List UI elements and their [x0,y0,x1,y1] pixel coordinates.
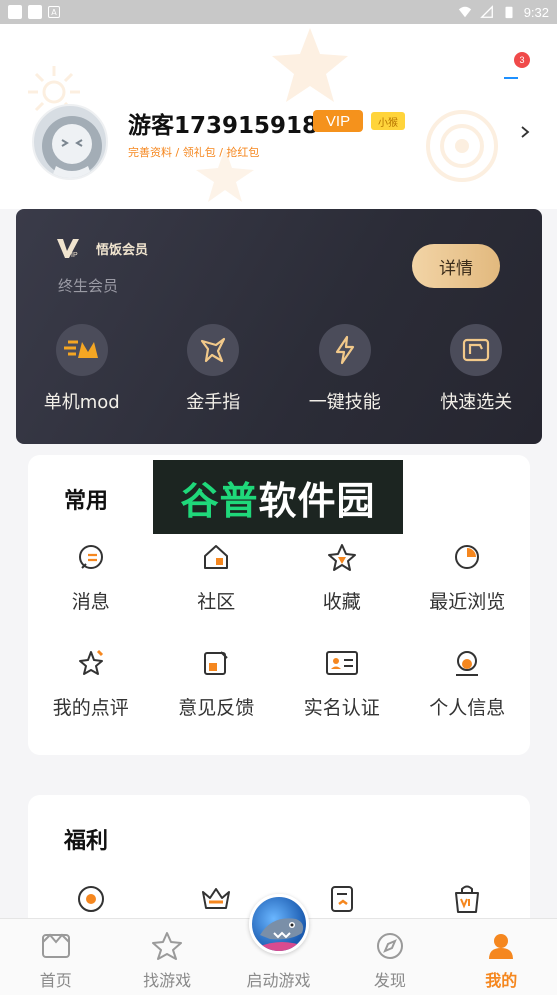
decor-swirl-icon [426,110,498,182]
svg-text:IP: IP [71,252,78,259]
section-title: 常用 [64,489,109,514]
avatar[interactable] [32,104,108,180]
grid-item-profile[interactable]: 个人信息 [405,645,531,751]
id-card-icon [324,645,360,681]
nav-mine[interactable]: 我的 [446,919,557,995]
home-icon [41,931,71,961]
battery-icon [505,6,513,19]
game-icon[interactable] [249,894,309,954]
vip-feature-label: 金手指 [186,392,241,413]
grid-item-label: 社区 [197,591,236,613]
message-icon [73,539,109,575]
profile-icon [449,645,485,681]
record-icon [73,881,109,917]
review-icon [73,645,109,681]
status-bar: A 9:32 [0,0,557,24]
vip-term: 终生会员 [58,277,119,295]
vip-feature-label: 单机mod [43,392,120,413]
grid-item-label: 最近浏览 [429,591,506,613]
watermark-logo: 谷普 软件园 [153,460,403,534]
grid-item-label: 实名认证 [303,697,380,719]
recent-icon [449,539,485,575]
favorite-icon [324,539,360,575]
vip-badge: VIP [313,110,363,132]
profile-subline[interactable]: 完善资料 / 领礼包 / 抢红包 [128,144,259,160]
username: 游客173915918 [128,113,319,139]
nav-label: 发现 [373,971,406,990]
vip-brand: 悟饭会员 [96,243,149,258]
nav-label: 找游戏 [143,971,192,990]
golden-finger-icon [187,324,240,376]
decor-star-icon [272,28,348,102]
grid-item-label: 消息 [71,591,110,613]
watermark-text: 软件园 [258,478,376,523]
vip-feature-mod[interactable]: 单机mod [16,324,148,414]
grid-item-my-review[interactable]: 我的点评 [28,645,154,751]
grid-item-message[interactable]: 消息 [28,539,154,645]
signal-icon [479,5,493,18]
profile-header[interactable]: 游客173915918 VIP 小猴 完善资料 / 领礼包 / 抢红包 3 [0,24,557,209]
vip-feature-label: 一键技能 [308,392,381,413]
star-icon [152,931,183,961]
vip-detail-button[interactable]: 详情 [412,244,500,288]
user-icon [486,931,516,961]
grid-item-label: 个人信息 [429,697,506,719]
vip-feature-one-key-skill[interactable]: 一键技能 [279,324,411,414]
grid-item-label: 我的点评 [52,697,129,719]
vip-feature-golden-finger[interactable]: 金手指 [148,324,280,414]
grid-item-label: 收藏 [322,591,361,613]
notification-icon [28,5,42,19]
wifi-icon [458,6,471,18]
grid-item-favorite[interactable]: 收藏 [279,539,405,645]
nav-label: 启动游戏 [246,971,311,990]
mod-icon [55,324,108,376]
a-icon: A [48,6,60,18]
vip-logo-icon: IP [57,239,79,259]
grid-item-label: 意见反馈 [178,697,255,719]
nav-home[interactable]: 首页 [0,919,111,995]
notification-badge: 3 [514,52,530,68]
avatar-face-icon [42,116,102,178]
section-title: 福利 [64,829,109,854]
vip-feature-quick-level[interactable]: 快速选关 [411,324,543,414]
level-select-icon [450,324,503,376]
chevron-right-icon[interactable] [518,125,532,139]
grid-item-recent[interactable]: 最近浏览 [405,539,531,645]
lightning-icon [318,324,371,376]
grid-item-real-name[interactable]: 实名认证 [279,645,405,751]
nav-label: 首页 [39,971,72,990]
task-icon [324,881,360,917]
compass-icon [375,931,405,961]
status-time: 9:32 [523,4,549,20]
nav-label: 我的 [485,971,518,990]
nav-find-game[interactable]: 找游戏 [111,919,222,995]
vip-card[interactable]: IP 悟饭会员 终生会员 详情 单机mod 金手指 一键技能 快速选关 [16,209,542,444]
notification-icon [8,5,22,19]
crown-icon [198,881,234,917]
watermark-text: 谷普 [180,478,259,523]
grid-item-feedback[interactable]: 意见反馈 [154,645,280,751]
vip-feature-label: 快速选关 [440,392,513,413]
feedback-icon [198,645,234,681]
community-icon [198,539,234,575]
nav-discover[interactable]: 发现 [334,919,445,995]
vip-bag-icon [449,881,485,917]
level-badge: 小猴 [371,112,405,130]
grid-item-community[interactable]: 社区 [154,539,280,645]
